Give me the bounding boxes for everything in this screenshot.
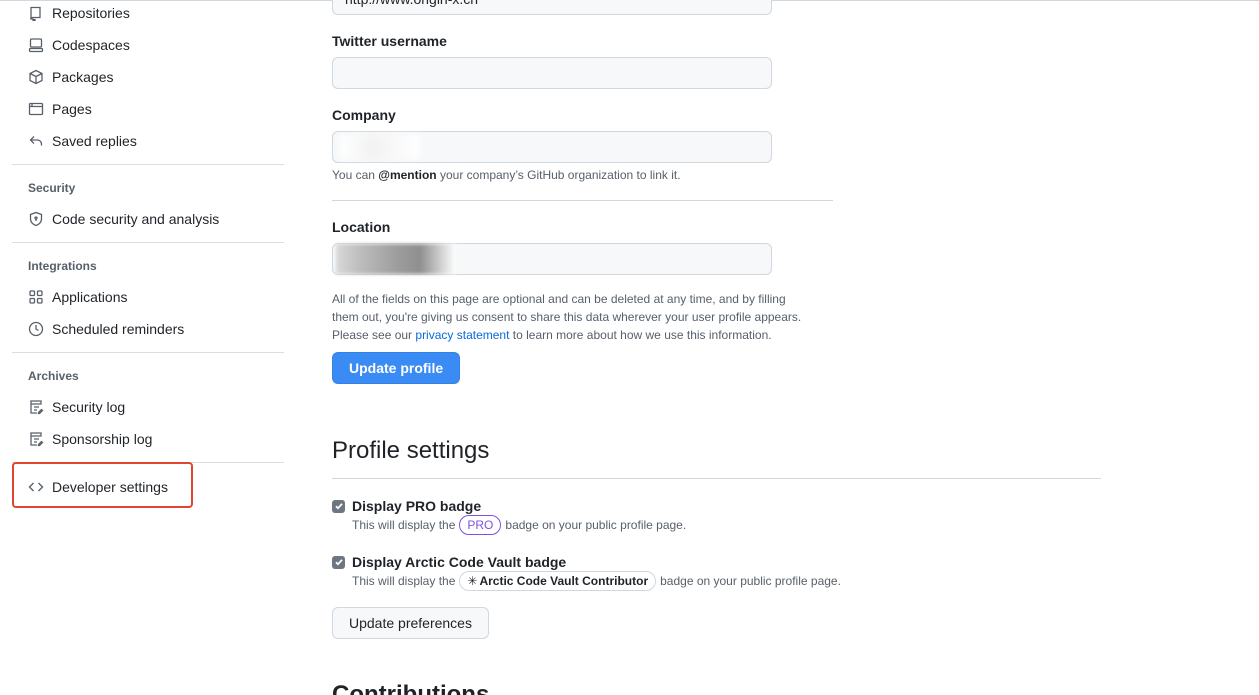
pro-badge-option: Display PRO badge [332, 498, 481, 514]
form-divider [332, 200, 833, 201]
sidebar-item-label: Pages [52, 101, 92, 117]
sidebar-group-integrations: Integrations [28, 259, 97, 273]
log-icon [28, 431, 44, 447]
profile-settings-title: Profile settings [332, 437, 490, 464]
twitter-username-label: Twitter username [332, 33, 447, 49]
shield-icon [28, 211, 44, 227]
repo-icon [28, 5, 44, 21]
privacy-statement-link[interactable]: privacy statement [415, 328, 509, 342]
update-profile-button[interactable]: Update profile [332, 352, 461, 384]
sidebar-item-label: Applications [52, 289, 128, 305]
vault-badge-option: Display Arctic Code Vault badge [332, 554, 566, 570]
location-label: Location [332, 219, 391, 235]
section-divider [332, 478, 1101, 479]
snowflake-icon: ✳ [467, 574, 478, 588]
blog-url-field[interactable] [332, 0, 772, 15]
sidebar-item-packages[interactable]: Packages [12, 61, 284, 93]
pro-badge-note: This will display the PRO badge on your … [352, 515, 686, 535]
sidebar-item-applications[interactable]: Applications [12, 281, 284, 313]
sidebar-item-label: Saved replies [52, 133, 137, 149]
sidebar-item-codespaces[interactable]: Codespaces [12, 29, 284, 61]
clock-icon [28, 321, 44, 337]
sidebar-item-scheduled-reminders[interactable]: Scheduled reminders [12, 313, 284, 345]
reply-icon [28, 133, 44, 149]
vault-badge-note: This will display the ✳ Arctic Code Vaul… [352, 571, 841, 591]
package-icon [28, 69, 44, 85]
sidebar-item-saved-replies[interactable]: Saved replies [12, 125, 284, 157]
codespaces-icon [28, 37, 44, 53]
sidebar-item-label: Repositories [52, 5, 130, 21]
sidebar-item-label: Packages [52, 69, 114, 85]
sidebar-item-label: Codespaces [52, 37, 130, 53]
pro-badge-checkbox[interactable] [332, 499, 345, 513]
vault-badge-label: Display Arctic Code Vault badge [352, 554, 567, 570]
sidebar-divider [12, 352, 284, 353]
pro-badge: PRO [459, 515, 502, 535]
apps-icon [28, 289, 44, 305]
arctic-vault-badge: ✳ Arctic Code Vault Contributor [459, 571, 657, 591]
sidebar-group-security: Security [28, 181, 76, 195]
twitter-username-field[interactable] [332, 57, 772, 89]
sidebar-item-label: Security log [52, 399, 126, 415]
browser-icon [28, 101, 44, 117]
vault-badge-checkbox[interactable] [332, 555, 345, 569]
sidebar-item-sponsorship-log[interactable]: Sponsorship log [12, 423, 284, 455]
sidebar-item-pages[interactable]: Pages [12, 93, 284, 125]
sidebar-item-label: Sponsorship log [52, 431, 153, 447]
update-preferences-button[interactable]: Update preferences [332, 607, 489, 639]
contributions-title: Contributions [332, 681, 490, 695]
redacted-location [336, 244, 456, 274]
code-icon [28, 479, 44, 495]
consent-note: All of the fields on this page are optio… [332, 292, 802, 342]
log-icon [28, 399, 44, 415]
sidebar-item-repositories[interactable]: Repositories [12, 0, 284, 29]
pro-badge-label: Display PRO badge [352, 498, 482, 514]
sidebar-item-developer-settings[interactable]: Developer settings [12, 471, 284, 503]
sidebar-item-label: Developer settings [52, 479, 168, 495]
redacted-company [340, 135, 420, 159]
sidebar-item-label: Code security and analysis [52, 211, 220, 227]
sidebar-item-label: Scheduled reminders [52, 321, 185, 337]
company-note: You can @mention your company’s GitHub o… [332, 168, 681, 182]
sidebar-item-security-log[interactable]: Security log [12, 391, 284, 423]
company-label: Company [332, 107, 396, 123]
settings-sidebar: Repositories Codespaces Packages Pages S… [12, 0, 284, 503]
sidebar-group-archives: Archives [28, 369, 79, 383]
sidebar-divider [12, 164, 284, 165]
sidebar-item-code-security[interactable]: Code security and analysis [12, 203, 284, 235]
sidebar-divider [12, 462, 284, 463]
sidebar-divider [12, 242, 284, 243]
